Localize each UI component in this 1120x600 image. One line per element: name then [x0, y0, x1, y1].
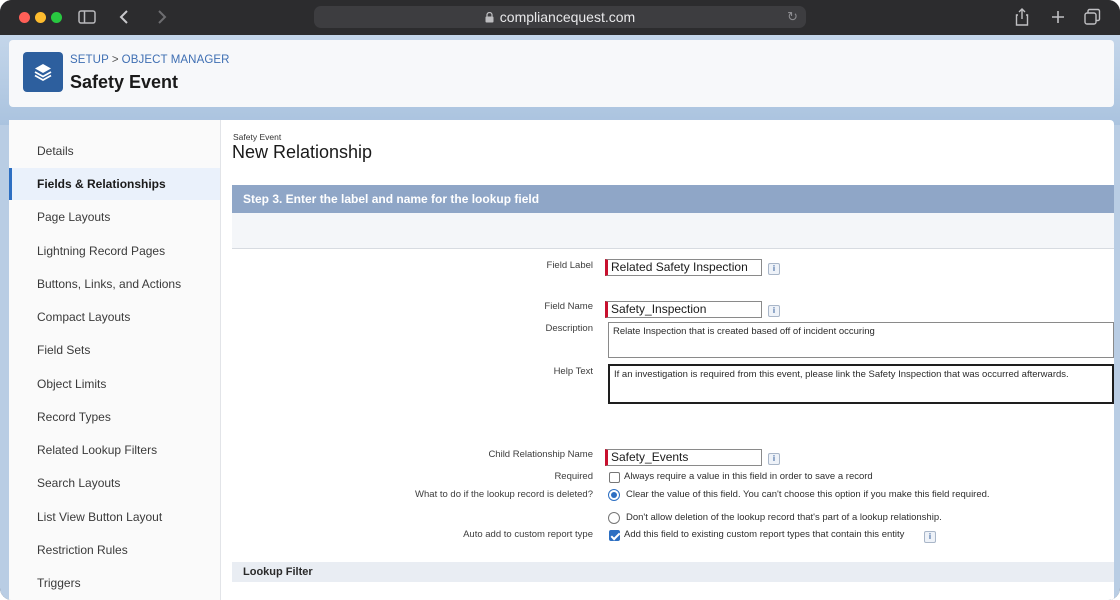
sidebar-item-page-layouts[interactable]: Page Layouts	[9, 201, 220, 233]
sidebar-item-compact-layouts[interactable]: Compact Layouts	[9, 301, 220, 333]
step-header: Step 3. Enter the label and name for the…	[232, 185, 1114, 213]
sidebar-item-restriction-rules[interactable]: Restriction Rules	[9, 534, 220, 566]
on-delete-label: What to do if the lookup record is delet…	[415, 489, 593, 500]
clear-value-option-text: Clear the value of this field. You can't…	[626, 489, 990, 500]
browser-window: compliancequest.com ↻ SETUP > OBJECT MAN…	[0, 0, 1120, 600]
field-name-label: Field Name	[544, 301, 593, 312]
help-text-textarea[interactable]: If an investigation is required from thi…	[608, 364, 1114, 404]
share-icon[interactable]	[1013, 7, 1033, 27]
zoom-window-button[interactable]	[51, 12, 62, 23]
prevent-deletion-option-text: Don't allow deletion of the lookup recor…	[626, 512, 942, 523]
sidebar-item-related-lookup-filters[interactable]: Related Lookup Filters	[9, 434, 220, 466]
description-label: Description	[545, 323, 593, 334]
tab-overview-icon[interactable]	[1083, 7, 1103, 27]
required-checkbox[interactable]	[609, 472, 620, 483]
sidebar-toggle-icon[interactable]	[78, 7, 98, 27]
sidebar-item-record-types[interactable]: Record Types	[9, 401, 220, 433]
auto-add-label: Auto add to custom report type	[463, 529, 593, 540]
object-layers-icon	[23, 52, 63, 92]
field-label-input[interactable]: Related Safety Inspection	[605, 259, 762, 276]
required-option-text: Always require a value in this field in …	[624, 471, 873, 482]
sidebar-item-fields-relationships[interactable]: Fields & Relationships	[9, 168, 220, 200]
sidebar-item-buttons-links-actions[interactable]: Buttons, Links, and Actions	[9, 268, 220, 300]
clear-value-radio[interactable]	[608, 489, 620, 501]
browser-toolbar: compliancequest.com ↻	[0, 0, 1120, 35]
page-title: Safety Event	[70, 72, 179, 92]
child-relationship-input[interactable]: Safety_Events	[605, 449, 762, 466]
back-icon[interactable]	[116, 7, 134, 27]
main-panel: Safety Event New Relationship Step 3. En…	[222, 120, 1114, 600]
content-card: Details Fields & Relationships Page Layo…	[9, 120, 1114, 600]
breadcrumb-object-manager[interactable]: OBJECT MANAGER	[122, 54, 230, 66]
sidebar-item-triggers[interactable]: Triggers	[9, 567, 220, 599]
required-label: Required	[554, 471, 593, 482]
auto-add-option-text: Add this field to existing custom report…	[624, 529, 905, 540]
close-window-button[interactable]	[19, 12, 30, 23]
sidebar-item-search-layouts[interactable]: Search Layouts	[9, 467, 220, 499]
lock-icon	[485, 7, 494, 29]
sidebar-item-lightning-record-pages[interactable]: Lightning Record Pages	[9, 235, 220, 267]
object-subtitle: Safety Event	[233, 132, 282, 142]
description-textarea[interactable]: Relate Inspection that is created based …	[608, 322, 1114, 358]
sidebar-item-list-view-button-layout[interactable]: List View Button Layout	[9, 501, 220, 533]
address-bar[interactable]: compliancequest.com ↻	[314, 6, 806, 28]
minimize-window-button[interactable]	[35, 12, 46, 23]
field-label-label: Field Label	[546, 260, 593, 271]
new-tab-icon[interactable]	[1049, 7, 1069, 27]
object-header: SETUP > OBJECT MANAGER Safety Event	[9, 40, 1114, 107]
help-text-label: Help Text	[553, 366, 593, 377]
step-button-band	[232, 213, 1114, 249]
prevent-deletion-radio[interactable]	[608, 512, 620, 524]
field-name-info-icon[interactable]: i	[768, 305, 780, 317]
sidebar-item-field-sets[interactable]: Field Sets	[9, 334, 220, 366]
breadcrumb-separator: >	[111, 54, 119, 66]
child-relationship-label: Child Relationship Name	[488, 449, 593, 460]
child-relationship-info-icon[interactable]: i	[768, 453, 780, 465]
setup-sidebar: Details Fields & Relationships Page Layo…	[9, 120, 221, 600]
url-text: compliancequest.com	[499, 9, 636, 25]
auto-add-checkbox[interactable]	[609, 530, 620, 541]
sidebar-item-details[interactable]: Details	[9, 135, 220, 167]
field-label-info-icon[interactable]: i	[768, 263, 780, 275]
breadcrumb-setup[interactable]: SETUP	[70, 54, 109, 66]
forward-icon[interactable]	[152, 7, 170, 27]
section-title: New Relationship	[232, 142, 373, 162]
reload-icon[interactable]: ↻	[787, 6, 798, 28]
page: SETUP > OBJECT MANAGER Safety Event Detail…	[0, 35, 1120, 600]
field-name-input[interactable]: Safety_Inspection	[605, 301, 762, 318]
lookup-filter-header: Lookup Filter	[232, 562, 1114, 582]
lookup-field-form: Field Label Related Safety Inspection i …	[232, 249, 1114, 563]
sidebar-item-object-limits[interactable]: Object Limits	[9, 368, 220, 400]
auto-add-info-icon[interactable]: i	[924, 531, 936, 543]
breadcrumb: SETUP > OBJECT MANAGER	[70, 54, 230, 66]
